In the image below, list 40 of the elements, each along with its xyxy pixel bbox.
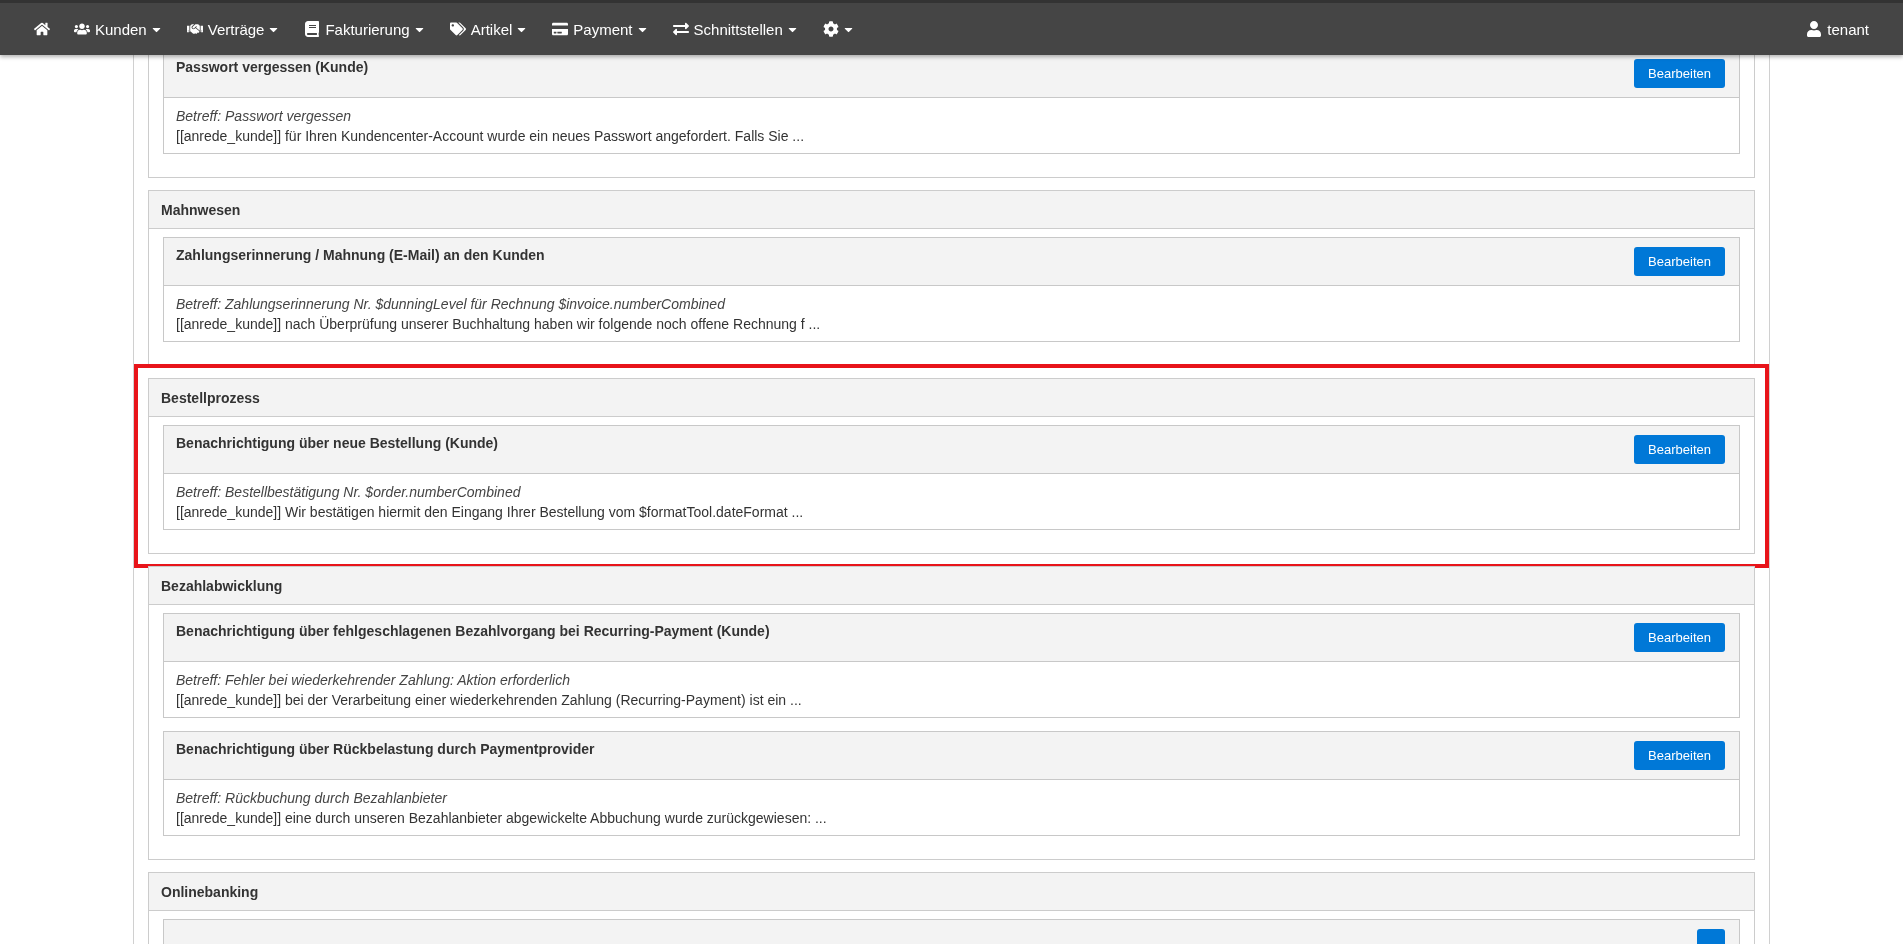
preview-text: [[anrede_kunde]] bei der Verarbeitung einer wiederkehrenden Zahlung (Recurring-Payment) ist ein ... [176,692,803,708]
subject-text: Betreff: Bestellbestätigung Nr. $order.numberCombined [176,484,522,500]
template-title: Zahlungserinnerung / Mahnung (E-Mail) an den Kunden [176,246,545,263]
section-heading: Mahnwesen [149,191,1754,229]
section-heading: Onlinebanking [149,873,1754,911]
tag-icon [449,21,466,37]
preview-text: [[anrede_kunde]] Wir bestätigen hiermit den Eingang Ihrer Bestellung vom $formatTool.dateFormat ... [176,504,805,520]
home-icon [34,21,50,37]
preview-text: [[anrede_kunde]] eine durch unseren Bezahlanbieter abgewickelte Abbuchung wurde zurückgewiesen: ... [176,810,828,826]
credit-card-icon [552,21,569,37]
template-title: Benachrichtigung über neue Bestellung (Kunde) [176,434,499,451]
edit-button[interactable]: Bearbeiten [1634,59,1725,88]
template-title: Benachrichtigung über fehlgeschlagenen Bezahlvorgang bei Recurring-Payment (Kunde) [176,622,770,639]
edit-button[interactable]: Bearbeiten [1634,435,1725,464]
nav-menu[interactable]: Fakturierung [292,20,438,38]
user-menu[interactable]: tenant [1794,20,1881,38]
nav-menu[interactable]: Payment [540,20,661,38]
section-heading: Bestellprozess [149,379,1754,417]
nav-menu[interactable]: Artikel [437,20,541,38]
nav-menu[interactable]: Kunden [62,20,175,38]
section-heading: Bezahlabwicklung [149,567,1754,605]
users-icon [74,21,90,37]
edit-button[interactable]: Bearbeiten [1634,741,1725,770]
template-title: Passwort vergessen (Kunde) [176,58,369,75]
nav-menu[interactable]: Schnittstellen [660,20,811,38]
preview-text: [[anrede_kunde]] nach Überprüfung unserer Buchhaltung haben wir folgende noch offene Rechnung f ... [176,316,822,332]
arrows-icon [672,21,689,37]
edit-button[interactable]: Bearbeiten [1634,247,1725,276]
subject-text: Betreff: Zahlungserinnerung Nr. $dunningLevel für Rechnung $invoice.numberCombined [176,296,727,312]
user-icon [1806,21,1823,37]
settings-icon [822,21,839,37]
preview-text: [[anrede_kunde]] für Ihren Kundencenter-Account wurde ein neues Passwort angefordert. Falls Sie ... [176,128,806,144]
handshake-icon [186,21,203,37]
subject-text: Betreff: Rückbuchung durch Bezahlanbieter [176,790,449,806]
subject-text: Betreff: Fehler bei wiederkehrender Zahlung: Aktion erforderlich [176,672,572,688]
book-icon [304,21,321,37]
subject-text: Betreff: Passwort vergessen [176,108,353,124]
edit-button[interactable]: Bearbeiten [1634,623,1725,652]
template-title: Benachrichtigung über Rückbelastung durch Paymentprovider [176,740,595,757]
nav-menu[interactable]: Verträge [174,20,293,38]
